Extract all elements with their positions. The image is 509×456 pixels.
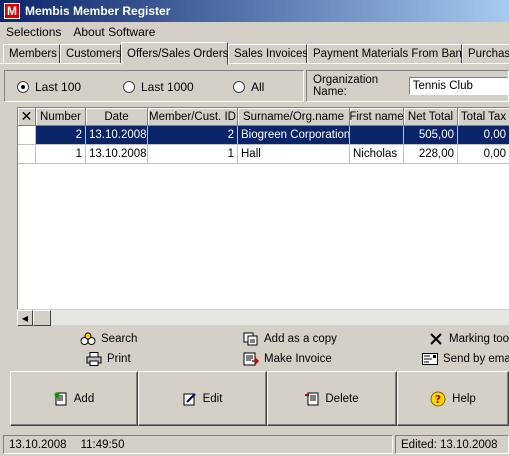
organization-name-input[interactable]: Tennis Club: [408, 77, 508, 95]
scroll-left-icon[interactable]: ◀: [17, 310, 33, 326]
radio-last-1000[interactable]: Last 1000: [123, 80, 194, 94]
status-date: 13.10.2008: [9, 438, 67, 451]
radio-dot-icon: [123, 81, 135, 93]
cell-net-total: 505,00: [404, 126, 458, 145]
table-row[interactable]: 1 13.10.2008 1 Hall Nicholas 228,00 0,00: [18, 145, 509, 164]
print-label: Print: [107, 353, 131, 365]
radio-dot-icon: [17, 81, 29, 93]
status-edited: Edited: 13.10.2008: [395, 435, 509, 454]
cell-number: 2: [36, 126, 86, 145]
status-bar: 13.10.2008 11:49:50 Edited: 13.10.2008: [0, 432, 509, 456]
orders-grid[interactable]: ✕ Number Date Member/Cust. ID Surname/Or…: [17, 107, 509, 325]
search-label: Search: [101, 333, 138, 345]
tab-panel-edge: [0, 63, 509, 64]
radio-dot-icon: [233, 81, 245, 93]
cell-number: 1: [36, 145, 86, 164]
help-question-icon: ?: [430, 391, 446, 407]
email-icon: [422, 352, 438, 366]
printer-icon: [86, 352, 102, 366]
menu-bar: Selections About Software: [0, 22, 509, 42]
send-by-email-action[interactable]: Send by email: [422, 352, 509, 366]
radio-label: All: [251, 80, 265, 94]
add-button[interactable]: Add: [10, 371, 138, 426]
edit-button[interactable]: Edit: [138, 371, 267, 426]
cell-member-id: 1: [148, 145, 238, 164]
add-as-copy-label: Add as a copy: [264, 333, 337, 345]
delete-button[interactable]: Delete: [267, 371, 397, 426]
radio-label: Last 100: [35, 80, 82, 94]
cell-total-tax: 0,00: [458, 145, 509, 164]
cell-first-name: [350, 126, 404, 145]
menu-about-software[interactable]: About Software: [67, 25, 161, 39]
status-datetime: 13.10.2008 11:49:50: [3, 435, 393, 454]
tab-offers-sales-orders[interactable]: Offers/Sales Orders: [121, 42, 228, 65]
cell-surname: Hall: [238, 145, 350, 164]
table-row[interactable]: 2 13.10.2008 2 Biogreen Corporation 505,…: [18, 126, 509, 145]
tab-members[interactable]: Members: [3, 44, 60, 64]
column-header-net-total[interactable]: Net Total: [404, 108, 458, 126]
column-header-member-id[interactable]: Member/Cust. ID: [148, 108, 238, 126]
invoice-icon: [243, 352, 259, 366]
edit-button-label: Edit: [202, 392, 223, 405]
tab-purchase[interactable]: Purchase: [462, 44, 509, 64]
cross-mark-icon: [428, 332, 444, 346]
radio-last-100[interactable]: Last 100: [17, 80, 81, 94]
add-button-label: Add: [73, 392, 95, 405]
app-logo-icon: M: [4, 3, 20, 19]
make-invoice-label: Make Invoice: [264, 353, 332, 365]
cell-date: 13.10.2008: [86, 145, 148, 164]
status-time: 11:49:50: [80, 438, 125, 451]
print-action[interactable]: Print: [86, 352, 131, 366]
tab-strip: Members Customers Offers/Sales Orders Sa…: [0, 42, 509, 65]
binoculars-icon: [80, 332, 96, 346]
cell-first-name: Nicholas: [350, 145, 404, 164]
marking-tool-action[interactable]: Marking tool: [428, 332, 509, 346]
title-bar[interactable]: M Membis Member Register: [0, 0, 509, 22]
help-button[interactable]: ? Help: [397, 371, 509, 426]
cell-member-id: 2: [148, 126, 238, 145]
row-indicator: [18, 126, 36, 145]
cell-net-total: 228,00: [404, 145, 458, 164]
cell-total-tax: 0,00: [458, 126, 509, 145]
organization-label: Organization Name:: [313, 74, 379, 98]
search-action[interactable]: Search: [80, 332, 137, 346]
tab-customers[interactable]: Customers: [60, 44, 122, 64]
close-icon[interactable]: ✕: [18, 108, 36, 126]
cell-date: 13.10.2008: [86, 126, 148, 145]
edit-pencil-icon: [183, 392, 197, 406]
row-indicator: [18, 145, 36, 164]
send-by-email-label: Send by email: [443, 353, 509, 365]
delete-button-label: Delete: [325, 392, 359, 405]
menu-selections[interactable]: Selections: [0, 25, 67, 39]
tab-payment-materials[interactable]: Payment Materials From Bank: [307, 44, 468, 64]
organization-group: Organization Name: Tennis Club: [306, 70, 509, 102]
copy-icon: [243, 332, 259, 346]
column-header-surname[interactable]: Surname/Org.name: [238, 108, 350, 126]
cell-surname: Biogreen Corporation: [238, 126, 350, 145]
column-header-first-name[interactable]: First name: [350, 108, 404, 126]
column-header-number[interactable]: Number: [36, 108, 86, 126]
help-button-label: Help: [452, 392, 476, 405]
add-as-copy-action[interactable]: Add as a copy: [243, 332, 337, 346]
make-invoice-action[interactable]: Make Invoice: [243, 352, 332, 366]
horizontal-scrollbar[interactable]: ◀: [17, 309, 509, 326]
tab-sales-invoices[interactable]: Sales Invoices: [228, 44, 308, 64]
svg-text:?: ?: [435, 393, 441, 406]
window-title: Membis Member Register: [25, 4, 171, 18]
radio-all[interactable]: All: [233, 80, 264, 94]
delete-document-icon: [305, 392, 319, 406]
add-document-icon: [54, 392, 68, 406]
grid-header: ✕ Number Date Member/Cust. ID Surname/Or…: [18, 108, 509, 126]
column-header-total-tax[interactable]: Total Tax: [458, 108, 509, 126]
radio-label: Last 1000: [141, 80, 194, 94]
column-header-date[interactable]: Date: [86, 108, 148, 126]
filter-group: Last 100 Last 1000 All: [4, 70, 304, 102]
scroll-thumb[interactable]: [33, 310, 51, 326]
marking-tool-label: Marking tool: [449, 333, 509, 345]
